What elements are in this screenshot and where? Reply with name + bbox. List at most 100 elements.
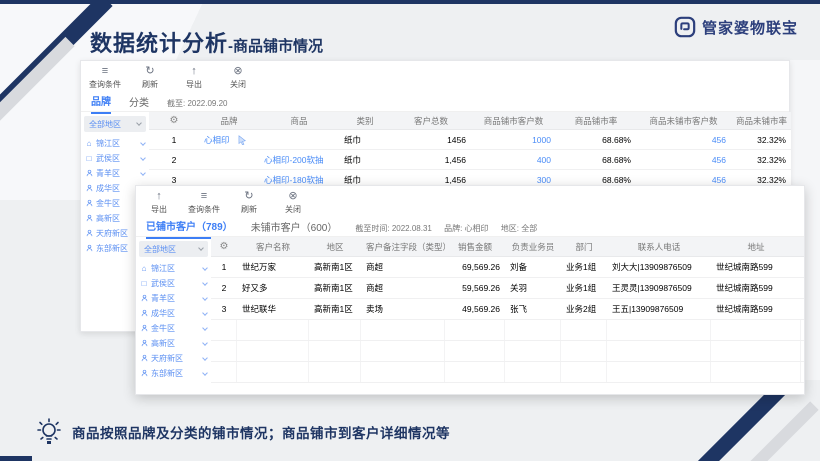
col-header[interactable]: 客户总数 — [391, 115, 471, 127]
table-row[interactable]: 2 好又多 高新南1区 商超 59,569.26 关羽 业务1组 王灵灵|139… — [211, 278, 804, 299]
cell-customer-type: 卖场 — [361, 303, 445, 315]
col-header[interactable]: 联系人电话 — [607, 241, 711, 253]
sidebar-item-district[interactable]: ⌂ 锦江区 — [81, 136, 149, 151]
cell-covered-customers[interactable]: 1000 — [471, 135, 556, 145]
sidebar-item-district[interactable]: □ 武侯区 — [136, 276, 211, 291]
brand-logo: 管家婆物联宝 — [674, 16, 798, 38]
export-button[interactable]: ↑ 导出 — [179, 66, 209, 90]
bottom-left-accent — [0, 456, 32, 461]
cell-covered-customers[interactable]: 400 — [471, 155, 556, 165]
cell-department: 业务2组 — [561, 303, 607, 315]
filter-summary: 截至时间: 2022.08.31 品牌: 心相印 地区: 全部 — [355, 223, 547, 234]
cell-coverage-rate: 68.68% — [556, 155, 636, 165]
table-row-empty — [211, 341, 804, 362]
cell-uncovered-customers[interactable]: 456 — [636, 135, 731, 145]
cell-region: 高新南1区 — [309, 282, 361, 294]
col-header[interactable]: 商品 — [259, 115, 339, 127]
tab-category[interactable]: 分类 — [129, 94, 149, 113]
person-icon — [85, 169, 93, 179]
cell-uncovered-customers[interactable]: 456 — [636, 175, 731, 185]
refresh-button[interactable]: ↻ 刷新 — [234, 191, 264, 215]
close-label: 关闭 — [285, 204, 301, 215]
sidebar-item-district[interactable]: 天府新区 — [136, 351, 211, 366]
col-header[interactable]: 客户备注字段（类型） — [361, 241, 445, 253]
sidebar-item-district[interactable]: 青羊区 — [136, 291, 211, 306]
logo-text: 管家婆物联宝 — [702, 17, 798, 38]
slide: 数据统计分析-商品铺市情况 管家婆物联宝 ≡ 查询条件 ↻ 刷新 ↑ 导出 ⊗ — [0, 0, 820, 461]
export-button[interactable]: ↑ 导出 — [144, 191, 174, 215]
sidebar-item-district[interactable]: 东部新区 — [136, 366, 211, 381]
refresh-icon: ↻ — [145, 66, 154, 77]
tab-brand[interactable]: 品牌 — [91, 93, 111, 114]
col-header[interactable]: 客户名称 — [237, 241, 309, 253]
gear-icon[interactable]: ⚙ — [211, 241, 237, 252]
cell-uncoverage-rate: 32.32% — [731, 135, 791, 145]
gear-icon[interactable]: ⚙ — [149, 115, 199, 126]
col-header[interactable]: 品牌 — [199, 115, 259, 127]
product-link[interactable]: 心相印-200软抽 — [259, 154, 339, 166]
col-header[interactable]: 商品铺市率 — [556, 115, 636, 127]
table-row[interactable]: 1 心相印 纸巾 1456 1000 68.68% 456 32.32% — [149, 130, 791, 150]
col-header[interactable]: 部门 — [561, 241, 607, 253]
cell-address: 世纪城南路599 — [711, 303, 801, 315]
col-header[interactable]: 商品未铺市客户数 — [636, 115, 731, 127]
chevron-down-icon — [202, 340, 208, 346]
product-link[interactable]: 心相印-180软抽 — [259, 174, 339, 186]
row-index: 3 — [149, 175, 199, 185]
refresh-button[interactable]: ↻ 刷新 — [135, 66, 165, 90]
chevron-down-icon — [140, 170, 146, 176]
col-header[interactable]: 销售金额 — [445, 241, 505, 253]
col-header[interactable]: 商品铺市客户数 — [471, 115, 556, 127]
person-icon — [85, 214, 93, 224]
page-title-main: 数据统计分析 — [90, 31, 228, 56]
close-button[interactable]: ⊗ 关闭 — [223, 66, 253, 90]
table-row-empty — [211, 320, 804, 341]
page-title: 数据统计分析-商品铺市情况 — [90, 26, 323, 58]
sidebar-item-district[interactable]: □ 武侯区 — [81, 151, 149, 166]
close-button[interactable]: ⊗ 关闭 — [278, 191, 308, 215]
table-header-row: ⚙ 客户名称 地区 客户备注字段（类型） 销售金额 负责业务员 部门 联系人电话… — [211, 237, 804, 257]
brand-link[interactable]: 心相印 — [199, 134, 259, 146]
cell-salesman: 刘备 — [505, 261, 561, 273]
col-header[interactable]: 地址 — [711, 241, 801, 253]
person-icon — [140, 354, 148, 364]
table-row[interactable]: 2 心相印-200软抽 纸巾 1,456 400 68.68% 456 32.3… — [149, 150, 791, 170]
cell-contact-phone: 王五|13909876509 — [607, 303, 711, 315]
region-filter-dropdown[interactable]: 全部地区 — [139, 241, 208, 257]
close-icon: ⊗ — [288, 191, 297, 202]
col-header[interactable]: 商品未铺市率 — [731, 115, 791, 127]
sidebar-item-district[interactable]: 金牛区 — [136, 321, 211, 336]
cell-total-customers: 1456 — [391, 135, 471, 145]
tab-covered-customers[interactable]: 已铺市客户（789） — [146, 218, 233, 239]
query-conditions-icon: ≡ — [201, 191, 207, 202]
query-conditions-button[interactable]: ≡ 查询条件 — [188, 191, 220, 215]
cell-customer-name: 好又多 — [237, 282, 309, 294]
tab-uncovered-customers[interactable]: 未铺市客户（600） — [251, 219, 338, 238]
person-icon — [85, 229, 93, 239]
table-row[interactable]: 1 世纪万家 高新南1区 商超 69,569.26 刘备 业务1组 刘大大|13… — [211, 257, 804, 278]
cell-coverage-rate: 68.68% — [556, 175, 636, 185]
table-row-empty — [211, 362, 804, 383]
col-header[interactable]: 地区 — [309, 241, 361, 253]
chevron-down-icon — [198, 245, 204, 251]
query-conditions-button[interactable]: ≡ 查询条件 — [89, 66, 121, 90]
export-icon: ↑ — [156, 191, 162, 202]
sidebar-item-district[interactable]: 高新区 — [136, 336, 211, 351]
cell-salesman: 张飞 — [505, 303, 561, 315]
chevron-down-icon — [202, 280, 208, 286]
cell-covered-customers[interactable]: 300 — [471, 175, 556, 185]
cell-sales-amount: 49,569.26 — [445, 304, 505, 314]
sidebar-item-district[interactable]: 青羊区 — [81, 166, 149, 181]
table-row[interactable]: 3 世纪联华 高新南1区 卖场 49,569.26 张飞 业务2组 王五|139… — [211, 299, 804, 320]
col-header[interactable]: 负责业务员 — [505, 241, 561, 253]
box-icon: □ — [140, 280, 148, 288]
sidebar-item-district[interactable]: ⌂ 锦江区 — [136, 261, 211, 276]
lightbulb-icon — [36, 417, 62, 447]
query-conditions-icon: ≡ — [102, 66, 108, 77]
sidebar-item-district[interactable]: 成华区 — [136, 306, 211, 321]
meta-brand: 品牌: 心相印 — [444, 224, 488, 233]
col-header[interactable]: 类别 — [339, 115, 391, 127]
chevron-down-icon — [136, 120, 142, 126]
region-filter-dropdown[interactable]: 全部地区 — [84, 116, 146, 132]
cell-uncovered-customers[interactable]: 456 — [636, 155, 731, 165]
